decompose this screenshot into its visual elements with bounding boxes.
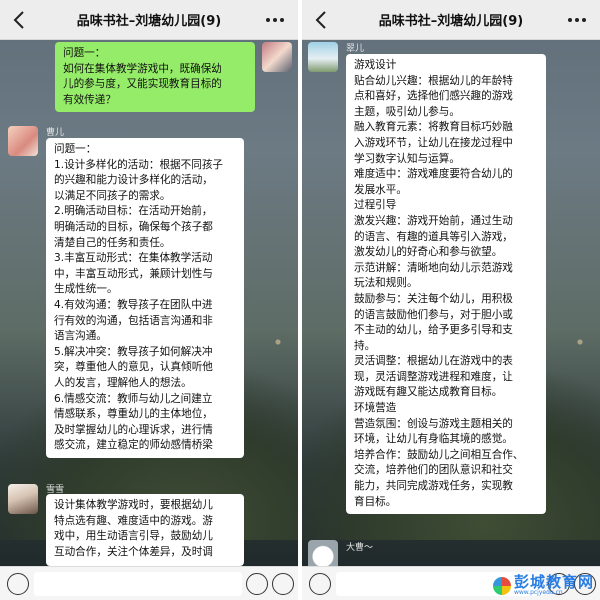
message-bubble: 问题一： 1.设计多样化的活动：根据不同孩子 的兴趣和能力设计多样化的活动， 以… <box>46 138 244 458</box>
back-icon[interactable] <box>312 9 332 31</box>
watermark-logo-icon <box>492 576 511 595</box>
title-bar: 品味书社–刘塘幼儿园(9) <box>302 0 600 40</box>
chat-title: 品味书社–刘塘幼儿园(9) <box>378 14 524 29</box>
more-icon[interactable] <box>568 12 590 28</box>
back-icon[interactable] <box>10 9 30 31</box>
site-watermark: 彭城教育网 www.pcjyedu.cn <box>492 573 594 596</box>
message-bubble: 问题一： 如何在集体教学游戏中，既确保幼 儿的参与度，又能实现教育目标的 有效传… <box>55 42 255 113</box>
avatar[interactable] <box>262 42 292 72</box>
voice-icon[interactable] <box>7 573 29 595</box>
message-bubble: 游戏设计 贴合幼儿兴趣：根据幼儿的年龄特 点和喜好，选择他们感兴趣的游戏 主题，… <box>346 54 546 515</box>
more-icon[interactable] <box>266 12 288 28</box>
chat-panel-left: 品味书社–刘塘幼儿园(9) 问题一： 如何在集体教学游戏中，既确保幼 儿的参与度… <box>0 0 298 600</box>
message-bubble: 设计集体教学游戏时，要根据幼儿 特点选有趣、难度适中的游戏。游 戏中，用生动语言… <box>46 494 244 566</box>
sender-name: 翠儿 <box>346 44 365 54</box>
watermark-url: www.pcjyedu.cn <box>513 589 563 596</box>
chat-title: 品味书社–刘塘幼儿园(9) <box>76 14 222 29</box>
chat-panel-right: 品味书社–刘塘幼儿园(9) 翠儿 游戏设计 贴合幼儿兴趣：根据幼儿的年龄特 点和… <box>302 0 600 600</box>
watermark-text: 彭城教育网 <box>513 573 594 591</box>
avatar[interactable] <box>308 42 338 72</box>
title-bar: 品味书社–刘塘幼儿园(9) <box>0 0 298 40</box>
sender-name: 曹儿 <box>46 128 65 138</box>
avatar[interactable] <box>8 484 38 514</box>
message-input[interactable] <box>34 572 242 596</box>
plus-icon[interactable] <box>272 573 294 595</box>
input-bar <box>0 566 298 600</box>
voice-icon[interactable] <box>309 573 331 595</box>
sender-name: 大曹～ <box>346 543 374 553</box>
emoji-icon[interactable] <box>246 573 268 595</box>
avatar[interactable] <box>8 126 38 156</box>
